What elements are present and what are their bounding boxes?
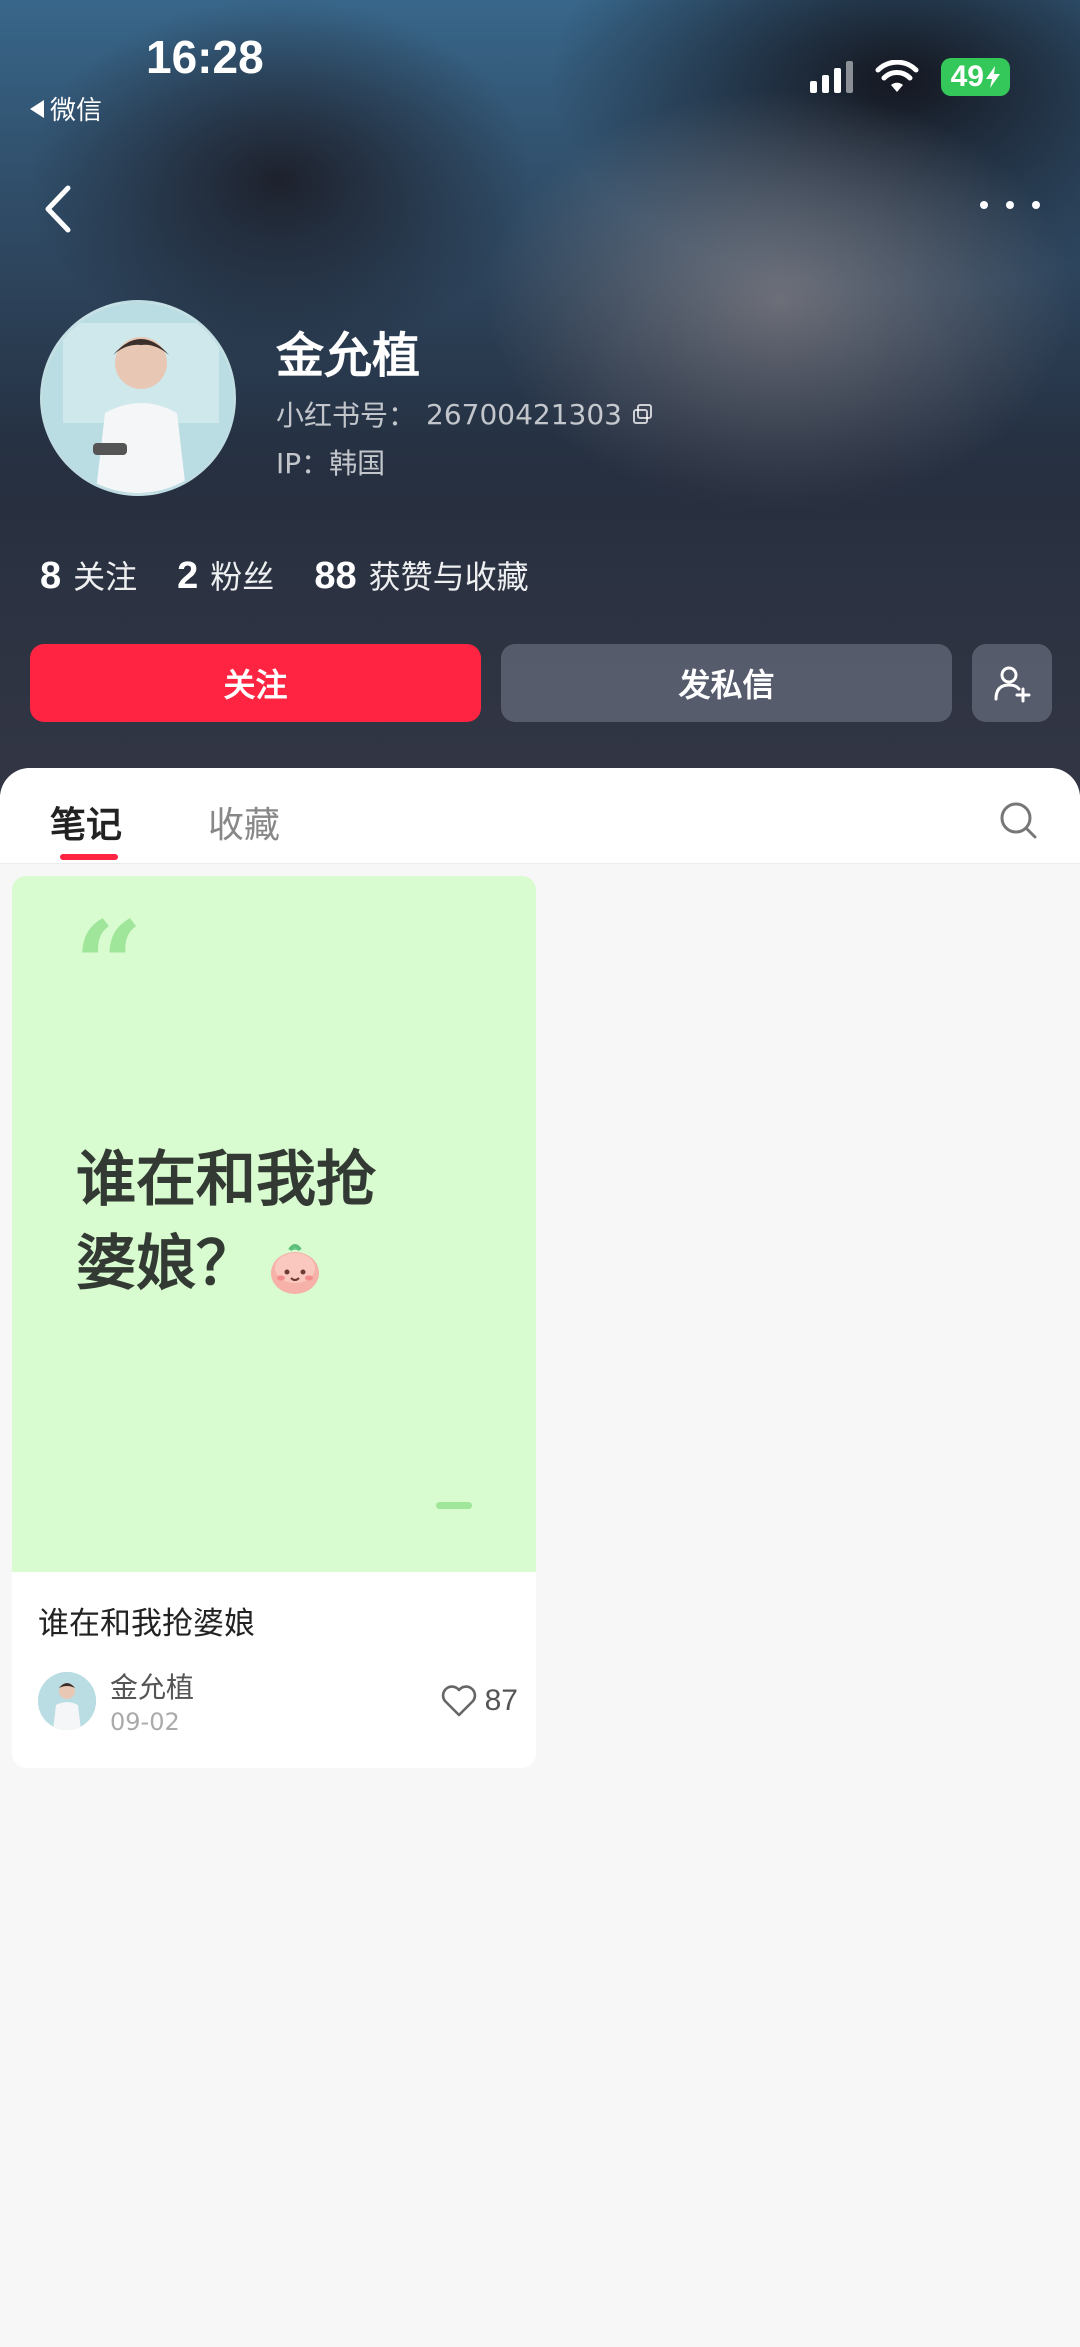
author-avatar[interactable] — [38, 1672, 96, 1730]
avatar-image — [43, 303, 233, 493]
stat-following[interactable]: 8 关注 — [40, 552, 137, 598]
tab-favorites[interactable]: 收藏 — [208, 796, 280, 848]
like-count: 87 — [484, 1684, 518, 1717]
stat-likes-label: 获赞与收藏 — [368, 558, 529, 596]
add-user-icon — [994, 666, 1031, 703]
cellular-signal-icon — [809, 61, 853, 93]
copy-icon[interactable] — [632, 403, 654, 425]
stat-likes[interactable]: 88 获赞与收藏 — [314, 552, 528, 598]
stat-following-count: 8 — [40, 555, 62, 597]
stat-likes-count: 88 — [314, 555, 357, 597]
battery-indicator: 49 — [940, 58, 1010, 96]
profile-header: 16:28 微信 49 金允植 小红书号： 26700421303 IP：韩国 … — [0, 0, 1080, 800]
author-avatar-image — [38, 1672, 96, 1730]
stat-followers-label: 粉丝 — [210, 558, 275, 596]
tab-bar: 笔记 收藏 — [0, 768, 1080, 864]
note-cover-text: 谁在和我抢 婆娘？ — [76, 1138, 496, 1306]
content-sheet: 笔记 收藏 “ 谁在和我抢 婆娘？ 谁在和我抢婆娘 金允植 09-02 87 — [0, 768, 1080, 2347]
author-info: 金允植 09-02 — [110, 1666, 194, 1736]
stat-following-label: 关注 — [73, 558, 138, 596]
charging-bolt-icon — [986, 66, 1000, 88]
profile-id-value: 26700421303 — [426, 397, 622, 431]
follow-button[interactable]: 关注 — [30, 644, 481, 722]
status-time: 16:28 — [146, 31, 264, 83]
profile-name: 金允植 — [276, 328, 421, 384]
quote-mark-icon: “ — [74, 895, 144, 1036]
search-icon[interactable] — [998, 800, 1038, 840]
note-cover-line2: 婆娘？ — [76, 1229, 256, 1299]
stat-followers-count: 2 — [177, 555, 199, 597]
battery-level: 49 — [950, 60, 984, 93]
note-cover-line2-wrap: 婆娘？ — [76, 1222, 496, 1306]
back-app-label: 微信 — [50, 96, 103, 126]
profile-stats: 8 关注 2 粉丝 88 获赞与收藏 — [40, 552, 529, 598]
more-options-icon[interactable] — [980, 190, 1040, 220]
note-footer: 金允植 09-02 87 — [38, 1666, 518, 1736]
back-triangle-icon — [30, 99, 44, 118]
tab-notes[interactable]: 笔记 — [50, 796, 122, 848]
note-date: 09-02 — [110, 1708, 180, 1736]
add-friend-button[interactable] — [972, 644, 1052, 722]
back-arrow-icon[interactable] — [40, 184, 80, 234]
avatar[interactable] — [40, 300, 236, 496]
profile-id: 小红书号： 26700421303 — [276, 394, 654, 434]
note-cover-line1: 谁在和我抢 — [76, 1145, 376, 1215]
stat-followers[interactable]: 2 粉丝 — [177, 552, 274, 598]
like-button[interactable]: 87 — [441, 1684, 518, 1718]
note-cover: “ 谁在和我抢 婆娘？ — [12, 876, 536, 1572]
author-name: 金允植 — [110, 1671, 195, 1704]
peach-emoji-icon — [271, 1244, 319, 1295]
note-card[interactable]: “ 谁在和我抢 婆娘？ 谁在和我抢婆娘 金允植 09-02 87 — [12, 876, 536, 1768]
back-to-app[interactable]: 微信 — [30, 90, 102, 127]
status-icons: 49 — [809, 58, 1010, 96]
action-buttons: 关注 发私信 — [30, 644, 1052, 722]
profile-ip: IP：韩国 — [276, 447, 386, 480]
cover-dash-decoration — [436, 1502, 472, 1509]
note-title: 谁在和我抢婆娘 — [38, 1606, 255, 1642]
profile-id-label: 小红书号： — [276, 399, 417, 432]
message-button[interactable]: 发私信 — [501, 644, 952, 722]
wifi-icon — [875, 60, 919, 92]
heart-icon — [441, 1685, 476, 1717]
active-tab-indicator — [60, 854, 118, 860]
